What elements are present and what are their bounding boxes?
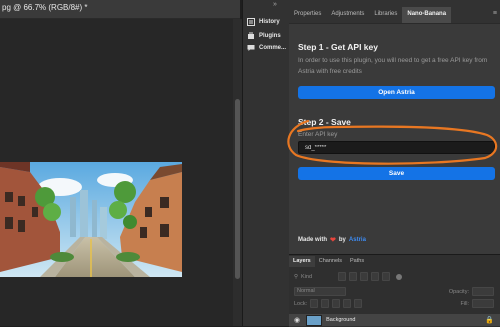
- lock-paint-icon[interactable]: [321, 299, 330, 308]
- lock-all-icon[interactable]: [354, 299, 363, 308]
- fill-label: Fill:: [460, 300, 469, 307]
- document-image[interactable]: [0, 162, 182, 277]
- lock-row: Lock: Fill:: [289, 298, 500, 309]
- lock-pixels-icon[interactable]: [310, 299, 319, 308]
- history-icon: [247, 18, 255, 26]
- lock-artboard-icon[interactable]: [343, 299, 352, 308]
- save-button[interactable]: Save: [298, 167, 495, 180]
- plugins-panel-button[interactable]: Plugins: [247, 30, 281, 42]
- opacity-input[interactable]: [472, 287, 494, 296]
- canvas-area[interactable]: [0, 19, 233, 326]
- layer-thumbnail: [306, 314, 323, 326]
- api-key-label: Enter API key: [298, 131, 338, 138]
- nano-banana-plugin-body: Step 1 - Get API key In order to use thi…: [289, 23, 500, 255]
- tab-nano-banana[interactable]: Nano-Banana: [402, 7, 452, 23]
- comments-panel-button[interactable]: Comme...: [247, 42, 286, 54]
- filter-toggle-icon[interactable]: [396, 273, 403, 280]
- layers-panel: Layers Channels Paths ⚲ Kind Normal Opac…: [289, 254, 500, 327]
- lock-label: Lock:: [294, 300, 308, 307]
- step1-description: In order to use this plugin, you will ne…: [298, 57, 488, 75]
- plugins-icon: [248, 32, 254, 39]
- layer-row-background[interactable]: ◉ Background 🔒: [289, 314, 500, 326]
- astria-link[interactable]: Astria: [349, 237, 366, 243]
- comments-icon: [247, 45, 255, 51]
- collapsed-panel-strip: » History Plugins Comme...: [242, 0, 290, 326]
- tab-channels[interactable]: Channels: [315, 256, 346, 267]
- lock-move-icon[interactable]: [332, 299, 341, 308]
- heart-icon: ❤: [330, 237, 336, 244]
- by-label: by: [338, 237, 346, 243]
- panel-tabs: Properties Adjustments Libraries Nano-Ba…: [289, 7, 500, 23]
- history-label: History: [259, 19, 280, 25]
- layer-name: Background: [326, 317, 356, 323]
- layer-filter-row: ⚲ Kind: [289, 271, 500, 282]
- tab-layers[interactable]: Layers: [289, 256, 315, 267]
- search-icon: ⚲: [294, 273, 299, 280]
- made-with-footer: Made with ❤ by Astria: [298, 236, 366, 244]
- step2-title: Step 2 - Save: [298, 117, 351, 127]
- plugins-label: Plugins: [259, 33, 281, 39]
- panel-menu-icon[interactable]: ≡: [493, 10, 497, 17]
- filter-type-icon[interactable]: [360, 272, 369, 281]
- canvas-scrollbar[interactable]: [233, 19, 242, 326]
- made-with-label: Made with: [298, 237, 328, 243]
- filter-pixel-icon[interactable]: [338, 272, 347, 281]
- document-tab-label: pg @ 66.7% (RGB/8#) *: [2, 3, 88, 12]
- tab-paths[interactable]: Paths: [346, 256, 368, 267]
- tab-properties[interactable]: Properties: [289, 7, 326, 23]
- kind-label: Kind: [301, 273, 313, 280]
- filter-shape-icon[interactable]: [371, 272, 380, 281]
- api-key-input[interactable]: [298, 141, 495, 154]
- tab-libraries[interactable]: Libraries: [369, 7, 402, 23]
- step1-title: Step 1 - Get API key: [298, 42, 378, 52]
- lock-icon: 🔒: [485, 317, 494, 324]
- expand-arrows-icon[interactable]: »: [273, 1, 277, 8]
- scrollbar-thumb[interactable]: [235, 99, 240, 279]
- filter-smart-icon[interactable]: [382, 272, 391, 281]
- blend-mode-select[interactable]: Normal: [294, 287, 346, 296]
- tab-adjustments[interactable]: Adjustments: [326, 7, 369, 23]
- fill-input[interactable]: [472, 299, 494, 308]
- history-panel-button[interactable]: History: [247, 16, 280, 28]
- filter-adjust-icon[interactable]: [349, 272, 358, 281]
- document-tab[interactable]: pg @ 66.7% (RGB/8#) *: [0, 0, 240, 19]
- layers-tabs: Layers Channels Paths: [289, 256, 500, 267]
- open-astria-button[interactable]: Open Astria: [298, 86, 495, 99]
- blend-row: Normal Opacity:: [289, 286, 500, 297]
- visibility-eye-icon[interactable]: ◉: [294, 316, 300, 324]
- properties-panel-group: Properties Adjustments Libraries Nano-Ba…: [289, 0, 500, 255]
- opacity-label: Opacity:: [448, 288, 469, 295]
- comments-label: Comme...: [259, 45, 287, 51]
